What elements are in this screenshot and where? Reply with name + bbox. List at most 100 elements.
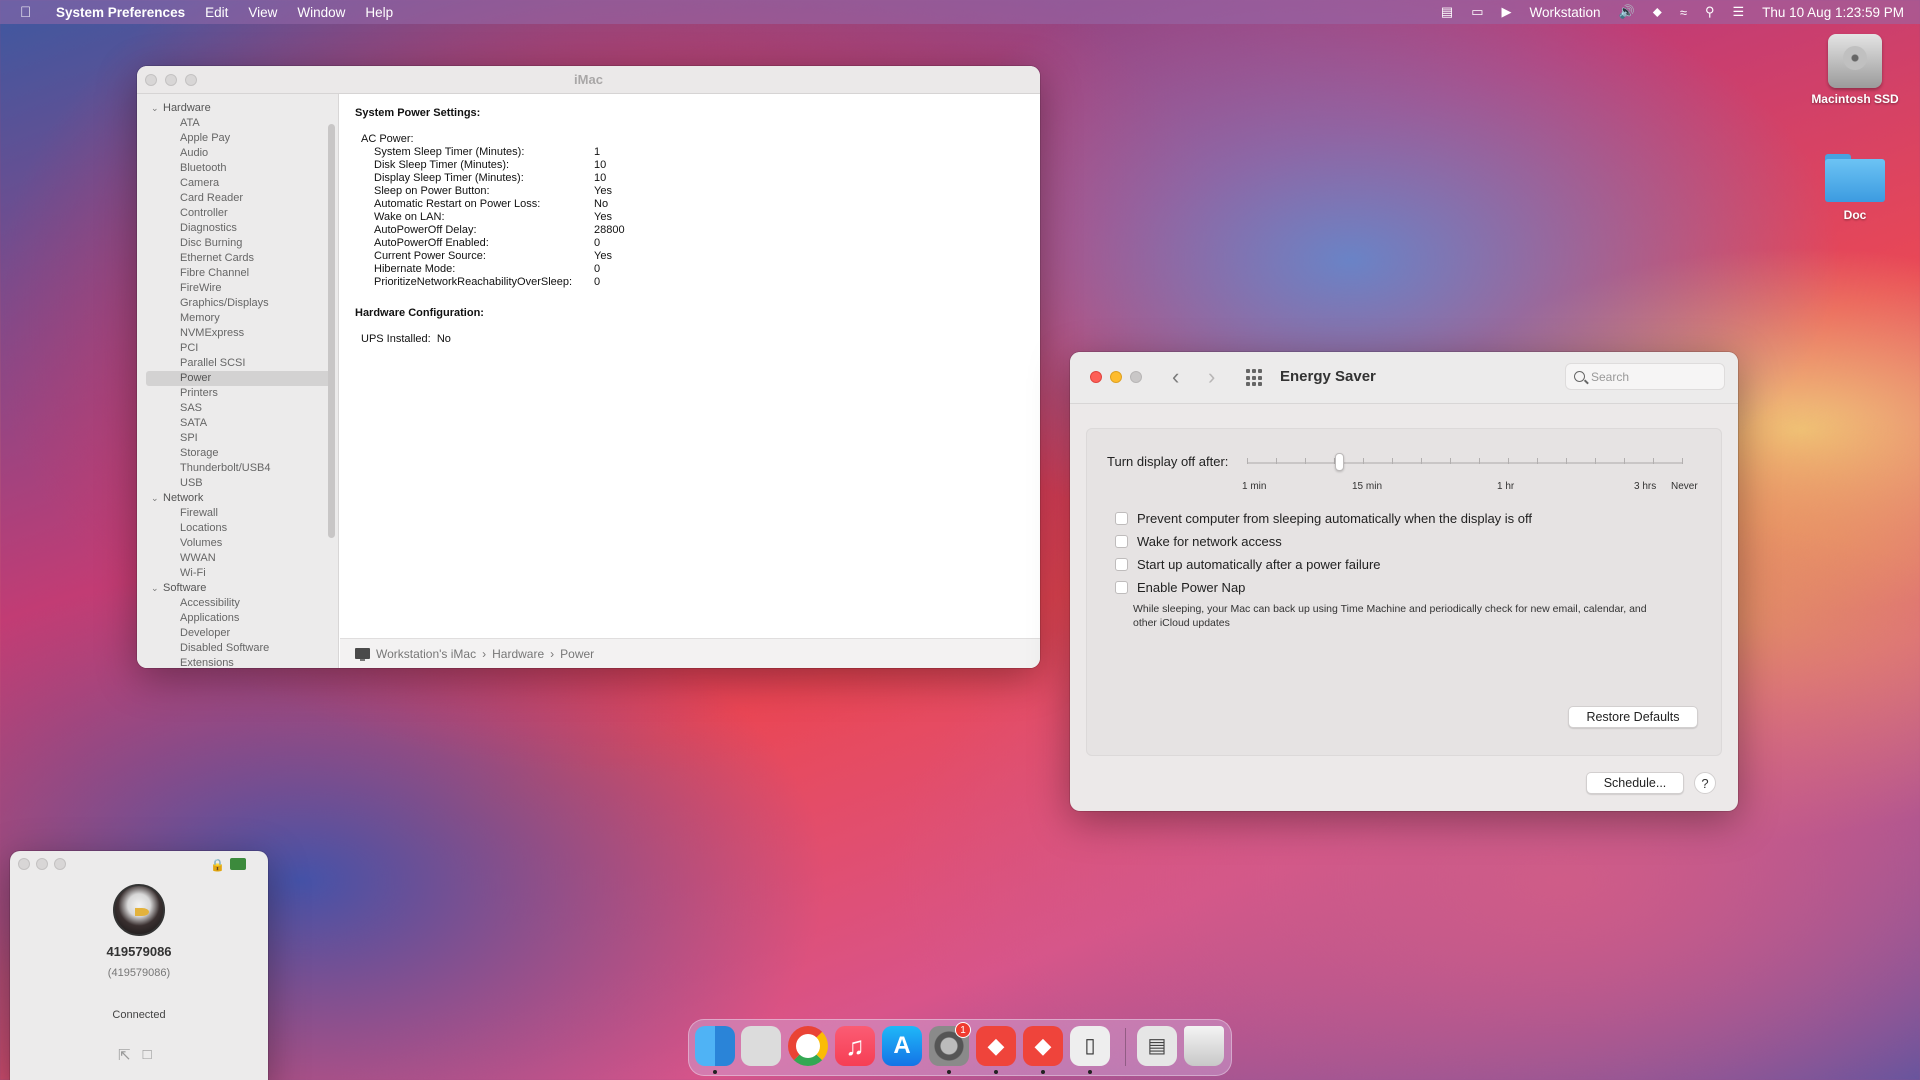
sidebar-item-printers[interactable]: Printers bbox=[137, 386, 338, 401]
wifi-icon[interactable]: ≈ bbox=[1680, 5, 1687, 20]
desktop-icon-macintosh-ssd[interactable]: Macintosh SSD bbox=[1800, 34, 1910, 106]
sidebar-item-diagnostics[interactable]: Diagnostics bbox=[137, 221, 338, 236]
checkbox-box[interactable] bbox=[1115, 512, 1128, 525]
menu-view[interactable]: View bbox=[248, 5, 277, 20]
help-button[interactable]: ? bbox=[1694, 772, 1716, 794]
sidebar-item-sata[interactable]: SATA bbox=[137, 416, 338, 431]
sidebar-item-audio[interactable]: Audio bbox=[137, 146, 338, 161]
menu-clock[interactable]: Thu 10 Aug 1:23:59 PM bbox=[1762, 5, 1904, 20]
menu-user[interactable]: Workstation bbox=[1529, 5, 1600, 20]
sidebar-item-pci[interactable]: PCI bbox=[137, 341, 338, 356]
checkbox-label[interactable]: Wake for network access bbox=[1137, 534, 1282, 549]
sidebar-item-bluetooth[interactable]: Bluetooth bbox=[137, 161, 338, 176]
zoom-button[interactable] bbox=[54, 858, 66, 870]
menu-window[interactable]: Window bbox=[297, 5, 345, 20]
chrome-icon[interactable] bbox=[788, 1026, 828, 1066]
sidebar-item-disabled-software[interactable]: Disabled Software bbox=[137, 641, 338, 656]
checkbox-label[interactable]: Enable Power Nap bbox=[1137, 580, 1245, 595]
bluetooth-icon[interactable]: ⬥ bbox=[1653, 4, 1662, 20]
control-center-icon[interactable]: ☰ bbox=[1732, 4, 1744, 20]
sidebar-item-thunderbolt-usb4[interactable]: Thunderbolt/USB4 bbox=[137, 461, 338, 476]
sidebar-item-disc-burning[interactable]: Disc Burning bbox=[137, 236, 338, 251]
checkbox-box[interactable] bbox=[1115, 581, 1128, 594]
sidebar-item-volumes[interactable]: Volumes bbox=[137, 536, 338, 551]
sidebar-item-parallel-scsi[interactable]: Parallel SCSI bbox=[137, 356, 338, 371]
zoom-button[interactable] bbox=[1130, 371, 1142, 383]
close-button[interactable] bbox=[1090, 371, 1102, 383]
display-off-slider-thumb[interactable] bbox=[1335, 453, 1344, 471]
close-button[interactable] bbox=[145, 74, 157, 86]
play-icon[interactable]: ▶ bbox=[1501, 4, 1511, 20]
sidebar-item-power[interactable]: Power bbox=[146, 371, 332, 386]
display-off-slider-track[interactable] bbox=[1247, 462, 1682, 464]
minimize-button[interactable] bbox=[165, 74, 177, 86]
window-toolbar[interactable]: ‹ › Energy Saver Search bbox=[1070, 352, 1738, 404]
checkbox-box[interactable] bbox=[1115, 535, 1128, 548]
search-field[interactable]: Search bbox=[1565, 363, 1725, 390]
spotlight-icon[interactable]: ⚲ bbox=[1705, 4, 1715, 20]
preview-icon[interactable]: ▯ bbox=[1070, 1026, 1110, 1066]
sidebar-item-wwan[interactable]: WWAN bbox=[137, 551, 338, 566]
checkbox-box[interactable] bbox=[1115, 558, 1128, 571]
app-store-icon[interactable]: A bbox=[882, 1026, 922, 1066]
finder-icon[interactable] bbox=[695, 1026, 735, 1066]
trash-icon[interactable] bbox=[1184, 1026, 1224, 1066]
wake-network-checkbox[interactable]: Wake for network access bbox=[1115, 534, 1282, 549]
desktop-icon-doc[interactable]: Doc bbox=[1800, 148, 1910, 222]
sidebar-item-accessibility[interactable]: Accessibility bbox=[137, 596, 338, 611]
sidebar-item-applications[interactable]: Applications bbox=[137, 611, 338, 626]
volume-icon[interactable]: 🔊 bbox=[1619, 4, 1635, 20]
checkbox-label[interactable]: Start up automatically after a power fai… bbox=[1137, 557, 1381, 572]
sidebar-item-nvmexpress[interactable]: NVMExpress bbox=[137, 326, 338, 341]
close-button[interactable] bbox=[18, 858, 30, 870]
sidebar-item-controller[interactable]: Controller bbox=[137, 206, 338, 221]
path-item[interactable]: Power bbox=[560, 647, 594, 661]
sidebar-group-hardware[interactable]: ⌄ Hardware bbox=[137, 101, 338, 116]
zoom-button[interactable] bbox=[185, 74, 197, 86]
menu-help[interactable]: Help bbox=[365, 5, 393, 20]
sidebar-item-graphics-displays[interactable]: Graphics/Displays bbox=[137, 296, 338, 311]
minimize-button[interactable] bbox=[36, 858, 48, 870]
window-titlebar[interactable]: iMac bbox=[137, 66, 1040, 94]
launchpad-icon[interactable] bbox=[741, 1026, 781, 1066]
sidebar-item-spi[interactable]: SPI bbox=[137, 431, 338, 446]
sidebar-item-camera[interactable]: Camera bbox=[137, 176, 338, 191]
music-icon[interactable]: ♫ bbox=[835, 1026, 875, 1066]
minimize-button[interactable] bbox=[1110, 371, 1122, 383]
anydesk-remote-icon[interactable]: ◆ bbox=[1023, 1026, 1063, 1066]
auto-startup-checkbox[interactable]: Start up automatically after a power fai… bbox=[1115, 557, 1381, 572]
sidebar-item-wi-fi[interactable]: Wi-Fi bbox=[137, 566, 338, 581]
sidebar-item-locations[interactable]: Locations bbox=[137, 521, 338, 536]
sidebar-item-firewall[interactable]: Firewall bbox=[137, 506, 338, 521]
sidebar-item-storage[interactable]: Storage bbox=[137, 446, 338, 461]
sidebar-group-network[interactable]: ⌄ Network bbox=[137, 491, 338, 506]
menu-app-name[interactable]: System Preferences bbox=[56, 5, 185, 20]
prevent-sleep-checkbox[interactable]: Prevent computer from sleeping automatic… bbox=[1115, 511, 1532, 526]
sidebar-item-firewire[interactable]: FireWire bbox=[137, 281, 338, 296]
path-section[interactable]: Hardware bbox=[492, 647, 544, 661]
chevron-down-icon[interactable]: ⌄ bbox=[151, 491, 159, 506]
display-icon[interactable]: ▭ bbox=[1471, 4, 1483, 20]
sidebar-item-developer[interactable]: Developer bbox=[137, 626, 338, 641]
file-transfer-icon[interactable]: ⇱ bbox=[118, 1046, 131, 1064]
sidebar-item-usb[interactable]: USB bbox=[137, 476, 338, 491]
sidebar-item-fibre-channel[interactable]: Fibre Channel bbox=[137, 266, 338, 281]
show-all-grid-icon[interactable] bbox=[1246, 369, 1264, 387]
restore-defaults-button[interactable]: Restore Defaults bbox=[1568, 706, 1698, 728]
sidebar-item-apple-pay[interactable]: Apple Pay bbox=[137, 131, 338, 146]
sidebar-item-memory[interactable]: Memory bbox=[137, 311, 338, 326]
power-nap-checkbox[interactable]: Enable Power Nap bbox=[1115, 580, 1245, 595]
sidebar-item-ata[interactable]: ATA bbox=[137, 116, 338, 131]
schedule-button[interactable]: Schedule... bbox=[1586, 772, 1684, 794]
connection-icon[interactable] bbox=[230, 858, 246, 870]
chat-icon[interactable]: □ bbox=[143, 1046, 152, 1064]
path-computer[interactable]: Workstation's iMac bbox=[376, 647, 476, 661]
menu-edit[interactable]: Edit bbox=[205, 5, 228, 20]
back-icon[interactable]: ‹ bbox=[1172, 364, 1179, 390]
sidebar-scrollbar[interactable] bbox=[328, 124, 335, 538]
anydesk-icon[interactable]: ◆ bbox=[976, 1026, 1016, 1066]
apple-menu-icon[interactable]:  bbox=[20, 4, 38, 21]
chevron-down-icon[interactable]: ⌄ bbox=[151, 101, 159, 116]
sidebar-item-card-reader[interactable]: Card Reader bbox=[137, 191, 338, 206]
sidebar-group-software[interactable]: ⌄ Software bbox=[137, 581, 338, 596]
